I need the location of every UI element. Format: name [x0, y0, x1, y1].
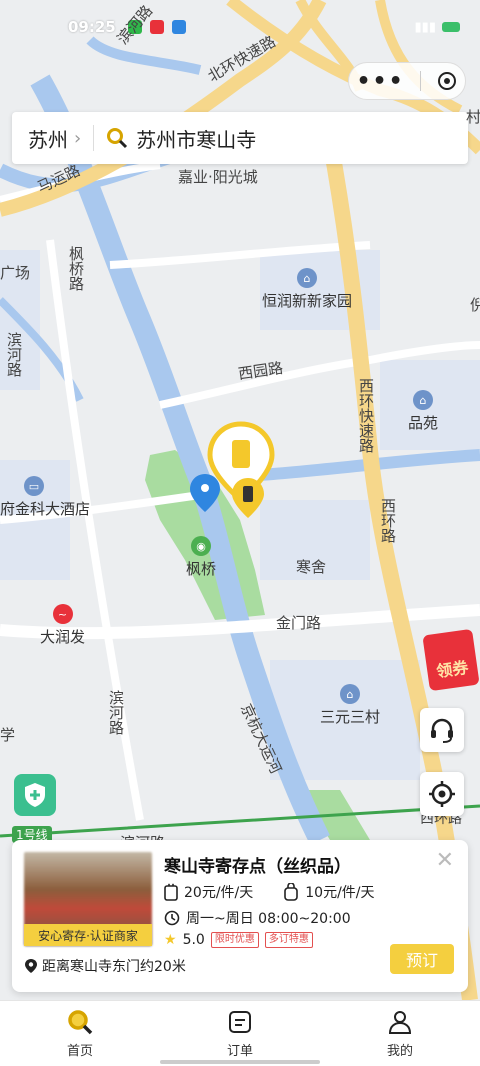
poi-pinyuan[interactable]: ⌂ 品苑	[408, 390, 438, 433]
tab-orders[interactable]: 订单	[160, 1001, 320, 1066]
map-label-road: 金门路	[276, 614, 322, 632]
mini-program-capsule[interactable]: •••	[348, 62, 466, 100]
price-row: 20元/件/天 10元/件/天	[164, 882, 375, 902]
home-indicator[interactable]	[160, 1060, 320, 1064]
poi-hengrun[interactable]: ⌂ 恒润新新家园	[262, 268, 352, 311]
home-icon: ⌂	[340, 684, 360, 704]
bed-icon: ▭	[24, 476, 44, 496]
promo-tag: 多订特惠	[264, 932, 313, 948]
distance-text: 距离寒山寺东门约20米	[42, 959, 186, 975]
capsule-divider	[419, 71, 421, 91]
customer-service-button[interactable]	[420, 708, 464, 752]
home-icon: ⌂	[297, 268, 317, 288]
signal-icon: ▮▮▮	[414, 19, 436, 35]
shield-icon	[25, 783, 45, 807]
tab-label: 我的	[386, 1044, 413, 1059]
tab-home[interactable]: 首页	[0, 1001, 160, 1066]
star-icon: ★	[164, 932, 177, 948]
camera-icon: ◉	[191, 536, 211, 556]
map-label-area: 倪	[470, 296, 480, 314]
map-label-area: 学	[0, 726, 16, 744]
more-icon[interactable]: •••	[356, 69, 404, 94]
poi-sanyuan[interactable]: ⌂ 三元三村	[320, 684, 380, 727]
coupon-label: 领券	[435, 657, 470, 682]
tab-label: 订单	[226, 1044, 253, 1059]
map-label-area: 嘉业·阳光城	[178, 168, 258, 186]
app-icon	[149, 20, 164, 34]
city-selector[interactable]: 苏州	[28, 124, 68, 153]
safety-shield-button[interactable]	[14, 774, 56, 816]
poi-label: 府金科大酒店	[0, 500, 91, 518]
book-button[interactable]: 预订	[390, 944, 454, 974]
map-label-area: 村	[466, 108, 480, 126]
search-icon	[107, 128, 128, 149]
luggage-icon	[164, 883, 178, 901]
rating-row: ★ 5.0 限时优惠 多订特惠	[164, 932, 313, 948]
map-label-road: 西环快速路	[357, 378, 375, 453]
certified-badge: 安心寄存·认证商家	[24, 924, 152, 946]
locate-button[interactable]	[420, 772, 464, 816]
poi-label: 枫桥	[186, 560, 217, 578]
status-system-icons: ▮▮▮	[415, 20, 460, 35]
darunfa-logo-icon: ~	[52, 604, 73, 624]
opening-hours: 周一~周日 08:00~20:00	[186, 911, 351, 927]
poi-hotel[interactable]: ▭ 府金科大酒店	[0, 476, 90, 519]
tab-profile[interactable]: 我的	[320, 1001, 480, 1066]
order-icon	[226, 1008, 254, 1036]
map-label-road: 滨河路	[107, 690, 125, 735]
location-pin-icon	[25, 959, 37, 973]
poi-label: 品苑	[408, 414, 439, 432]
map-label-area: 广场	[0, 264, 31, 282]
rating-value: 5.0	[182, 932, 205, 948]
poi-label: 三元三村	[320, 708, 381, 726]
battery-icon	[442, 22, 460, 32]
poi-darunfa[interactable]: ~ 大润发	[40, 604, 85, 647]
tab-label: 首页	[66, 1044, 93, 1059]
bag-icon	[284, 883, 299, 901]
chevron-right-icon[interactable]: ›	[74, 128, 81, 149]
search-input[interactable]: 苏州市寒山寺	[136, 124, 256, 153]
distance-row: 距离寒山寺东门约20米	[24, 956, 186, 976]
poi-label: 恒润新新家园	[262, 292, 353, 310]
search-divider	[93, 125, 95, 151]
clock-icon	[164, 910, 180, 926]
price-bag: 10元/件/天	[305, 885, 375, 901]
locate-icon	[429, 781, 455, 807]
user-icon	[386, 1008, 414, 1036]
poi-fengqiao[interactable]: ◉ 枫桥	[186, 536, 216, 579]
price-luggage: 20元/件/天	[184, 885, 254, 901]
close-target-icon[interactable]	[436, 70, 458, 92]
map-label-road: 滨河路	[5, 332, 23, 377]
map-label-road: 枫桥路	[67, 246, 85, 291]
store-card[interactable]: 安心寄存·认证商家 寒山寺寄存点（丝织品） ✕ 20元/件/天 10元/件/天 …	[12, 840, 468, 992]
app-icon	[171, 20, 186, 34]
search-icon	[66, 1008, 94, 1036]
hours-row: 周一~周日 08:00~20:00	[164, 908, 351, 928]
search-bar[interactable]: 苏州 › 苏州市寒山寺	[12, 112, 468, 164]
bottom-tab-bar: 首页 订单 我的	[0, 1000, 480, 1066]
map-label-road: 西环路	[379, 498, 397, 543]
home-icon: ⌂	[413, 390, 433, 410]
status-time: 09:25	[68, 18, 116, 36]
poi-label: 大润发	[40, 628, 86, 646]
store-title: 寒山寺寄存点（丝织品）	[164, 857, 351, 877]
close-icon[interactable]: ✕	[436, 848, 454, 873]
map-label-area: 寒舍	[296, 558, 327, 576]
headset-icon	[431, 718, 453, 743]
promo-tag: 限时优惠	[210, 932, 259, 948]
coupon-button[interactable]: 领券	[422, 628, 480, 692]
